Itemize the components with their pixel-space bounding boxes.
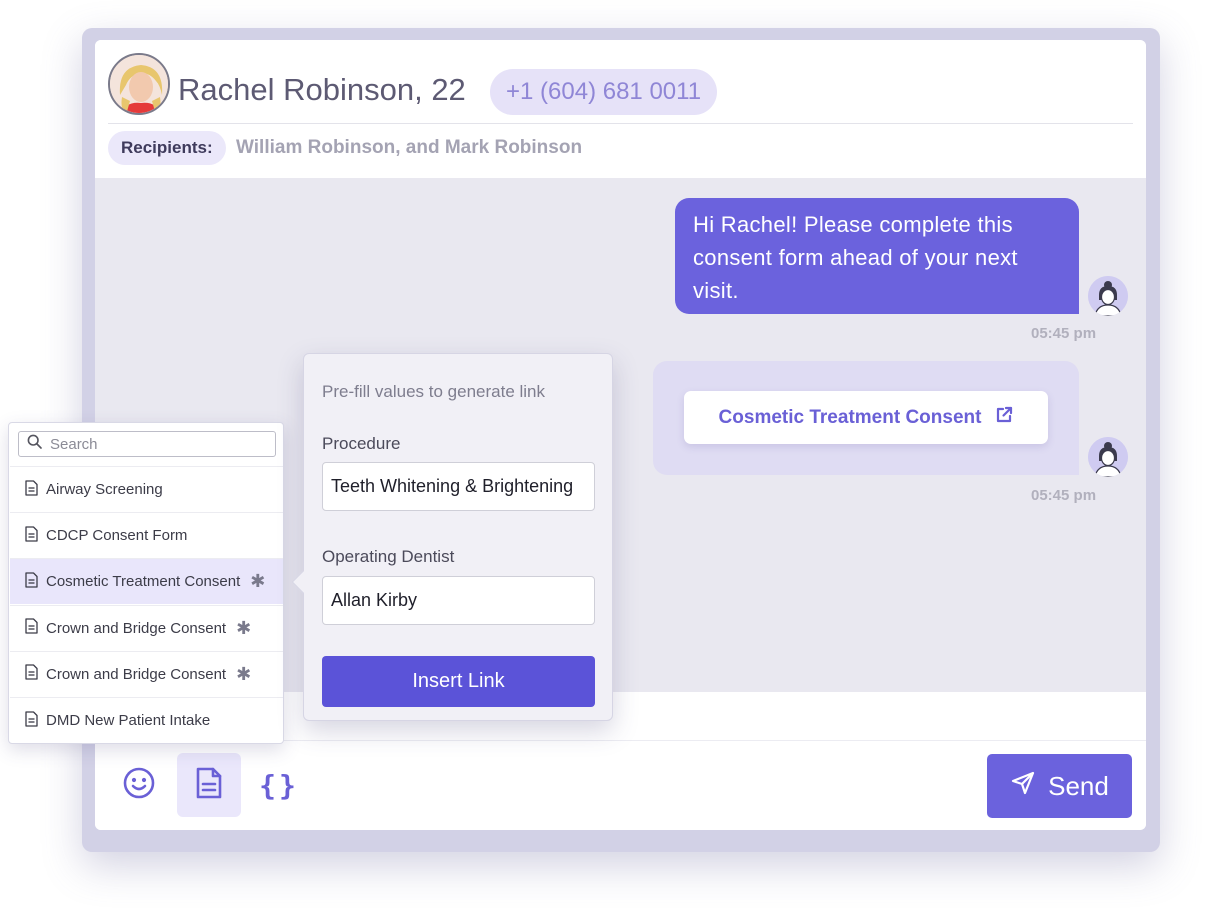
star-icon: ✱: [236, 663, 252, 684]
conversation-header: Rachel Robinson, 22 +1 (604) 681 0011 Re…: [95, 40, 1146, 178]
star-icon: ✱: [250, 571, 266, 592]
form-list-item-label: Airway Screening: [46, 481, 163, 498]
patient-avatar: [108, 53, 170, 115]
message-time: 05:45 pm: [1031, 487, 1097, 504]
form-list-item-label: Crown and Bridge Consent: [46, 619, 227, 637]
send-button[interactable]: Send: [987, 754, 1132, 818]
recipients-label: Recipients:: [108, 131, 226, 165]
form-list-item[interactable]: Cosmetic Treatment Consent ✱: [10, 558, 283, 605]
message-time: 05:45 pm: [1031, 325, 1097, 342]
form-list-item[interactable]: DMD New Patient Intake: [10, 697, 283, 743]
form-list-item[interactable]: CDCP Consent Form: [10, 512, 283, 558]
popover-title: Pre-fill values to generate link: [322, 382, 546, 401]
emoji-button[interactable]: [107, 753, 171, 817]
form-list-item[interactable]: Crown and Bridge Consent ✱: [10, 604, 283, 651]
emoji-icon: [122, 766, 156, 805]
outgoing-message: Hi Rachel! Please complete this consent …: [675, 198, 1079, 314]
form-list-item-label: DMD New Patient Intake: [46, 712, 211, 729]
form-list-item[interactable]: Airway Screening: [10, 466, 283, 512]
external-link-icon: [995, 406, 1013, 430]
form-list-item-label: CDCP Consent Form: [46, 527, 188, 545]
dentist-label: Operating Dentist: [322, 547, 455, 566]
braces-icon: {}: [259, 768, 299, 802]
form-list-item-label: Crown and Bridge Consent: [46, 665, 227, 683]
variables-button[interactable]: {}: [247, 753, 311, 817]
file-icon: [25, 664, 38, 684]
file-icon: [25, 618, 38, 638]
link-label: Cosmetic Treatment Consent: [718, 406, 982, 428]
procedure-input[interactable]: [322, 462, 595, 511]
form-search-box[interactable]: [18, 431, 276, 457]
link-message: Cosmetic Treatment Consent: [653, 361, 1079, 475]
consent-link-card[interactable]: Cosmetic Treatment Consent: [684, 391, 1048, 444]
dentist-input[interactable]: [322, 576, 595, 625]
patient-name: Rachel Robinson, 22: [178, 72, 466, 107]
prefill-popover: Pre-fill values to generate link Procedu…: [291, 353, 613, 721]
file-icon: [25, 710, 38, 731]
procedure-label: Procedure: [322, 434, 401, 453]
document-icon: [195, 766, 223, 805]
form-list-item[interactable]: Crown and Bridge Consent ✱: [10, 650, 283, 697]
file-icon: [25, 572, 38, 592]
agent-avatar: [1088, 437, 1128, 477]
form-search-input[interactable]: [50, 435, 260, 453]
form-picker-dropdown: Airway Screening CDCP Consent Form Cosmeti…: [8, 422, 284, 744]
header-divider: [108, 123, 1133, 124]
file-icon: [25, 526, 38, 546]
star-icon: ✱: [236, 617, 252, 638]
send-icon: [1010, 770, 1036, 803]
form-list-item-label: Cosmetic Treatment Consent: [46, 573, 241, 591]
forms-button[interactable]: [177, 753, 241, 817]
file-icon: [25, 479, 38, 500]
send-label: Send: [1048, 770, 1109, 801]
phone-pill[interactable]: +1 (604) 681 0011: [490, 69, 718, 115]
search-icon: [27, 434, 42, 454]
agent-avatar: [1088, 276, 1128, 316]
recipients-list[interactable]: William Robinson, and Mark Robinson: [236, 137, 582, 159]
insert-link-button[interactable]: Insert Link: [322, 656, 595, 707]
